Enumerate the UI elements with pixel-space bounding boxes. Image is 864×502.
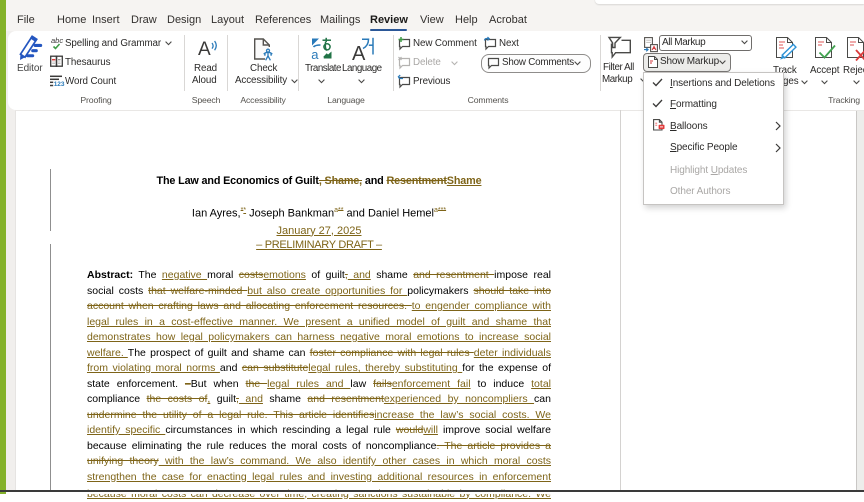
svg-text:A: A: [352, 43, 366, 65]
svg-text:A: A: [198, 39, 211, 60]
svg-text:a: a: [311, 47, 319, 62]
svg-text:abc: abc: [51, 36, 63, 45]
svg-text:123: 123: [54, 81, 65, 88]
